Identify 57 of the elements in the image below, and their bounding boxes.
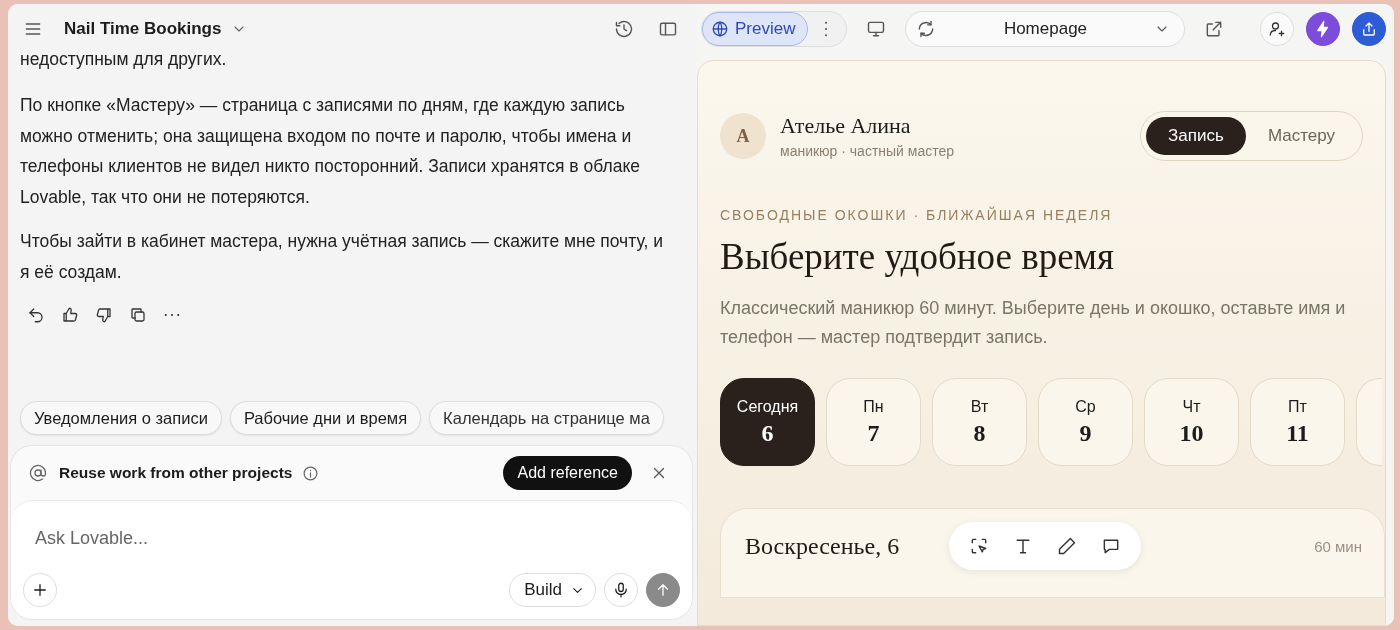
suggestion-chip[interactable]: Уведомления о записи	[20, 401, 222, 435]
thumbs-down-button[interactable]	[94, 305, 114, 325]
thumbs-down-icon	[95, 306, 113, 324]
copy-icon	[129, 306, 147, 324]
thumbs-up-button[interactable]	[60, 305, 80, 325]
slot-duration: 60 мин	[1314, 537, 1362, 555]
undo-button[interactable]	[26, 305, 46, 325]
send-button[interactable]	[646, 573, 680, 607]
microphone-button[interactable]	[604, 573, 638, 607]
desktop-view-icon	[866, 19, 887, 39]
add-reference-button[interactable]: Add reference	[503, 456, 632, 490]
avatar: А	[720, 113, 766, 159]
globe-icon	[711, 20, 729, 38]
publish-button[interactable]	[1352, 12, 1386, 46]
chat-message: Чтобы зайти в кабинет мастера, нужна учётная запись — скажите мне почту, и я её создам.	[20, 230, 664, 284]
studio-name: Ателье Алина	[780, 113, 912, 139]
preview-tab[interactable]: Preview	[702, 12, 809, 46]
invite-user-icon	[1268, 20, 1286, 38]
nav-tab[interactable]: Запись	[1146, 117, 1246, 155]
project-title-button[interactable]: Nail Time Bookings	[64, 19, 248, 39]
slot-date: Воскресенье, 6	[745, 532, 900, 560]
suggestion-chip[interactable]: Календарь на странице ма	[429, 401, 664, 435]
day-card[interactable]: Пт 11	[1250, 378, 1345, 466]
reference-label: Reuse work from other projects	[59, 464, 293, 482]
chat-message: По кнопке «Мастеру» — страница с записями по дням, где каждую запись можно отменить; она защищена входом по почте и паролю, чтобы имена и телефоны клиентов не видел никто посторонний. Записи хранятся в облаке Lovable, так что они не потеряются.	[20, 94, 641, 209]
day-card[interactable]: Вт 8	[932, 378, 1027, 466]
day-card[interactable]: Чт 10	[1144, 378, 1239, 466]
section-eyebrow: СВОБОДНЫЕ ОКОШКИ · БЛИЖАЙШАЯ НЕДЕЛЯ	[720, 207, 1114, 223]
nav-tab[interactable]: Мастеру	[1245, 117, 1357, 155]
day-card[interactable]: Пн 7	[826, 378, 921, 466]
chat-message: недоступным для других.	[20, 54, 228, 70]
sidebar-toggle-icon	[658, 19, 678, 39]
page-heading: Выберите удобное время	[720, 235, 1115, 278]
prompt-input-field[interactable]: Ask Lovable...	[23, 523, 680, 553]
build-mode-button[interactable]: Build	[509, 573, 596, 607]
thumbs-up-icon	[61, 306, 79, 324]
page-name: Homepage	[1002, 19, 1089, 39]
at-sign-icon	[29, 464, 47, 482]
copy-button[interactable]	[128, 305, 148, 325]
studio-subtitle: маникюр · частный мастер	[780, 143, 955, 159]
lightning-button[interactable]	[1306, 12, 1340, 46]
more-options-icon	[164, 313, 180, 317]
day-card[interactable]: Ср 9	[1038, 378, 1133, 466]
pencil-icon	[1057, 536, 1078, 556]
history-icon	[614, 19, 634, 39]
info-icon[interactable]	[302, 464, 320, 482]
undo-icon	[27, 306, 45, 324]
attach-button[interactable]	[23, 573, 57, 607]
suggestion-chip[interactable]: Рабочие дни и время	[229, 401, 422, 435]
publish-icon	[1360, 20, 1378, 38]
invite-user-button[interactable]	[1260, 12, 1294, 46]
attach-icon	[31, 581, 49, 599]
page-selector[interactable]: Homepage	[905, 11, 1186, 47]
page-description: Классический маникюр 60 минут. Выберите день и окошко, оставьте имя и телефон — мастер подтвердит запись.	[720, 297, 1347, 349]
microphone-icon	[612, 581, 630, 599]
day-card[interactable]: Сегодня 6	[720, 378, 815, 466]
more-options-icon	[824, 21, 829, 37]
